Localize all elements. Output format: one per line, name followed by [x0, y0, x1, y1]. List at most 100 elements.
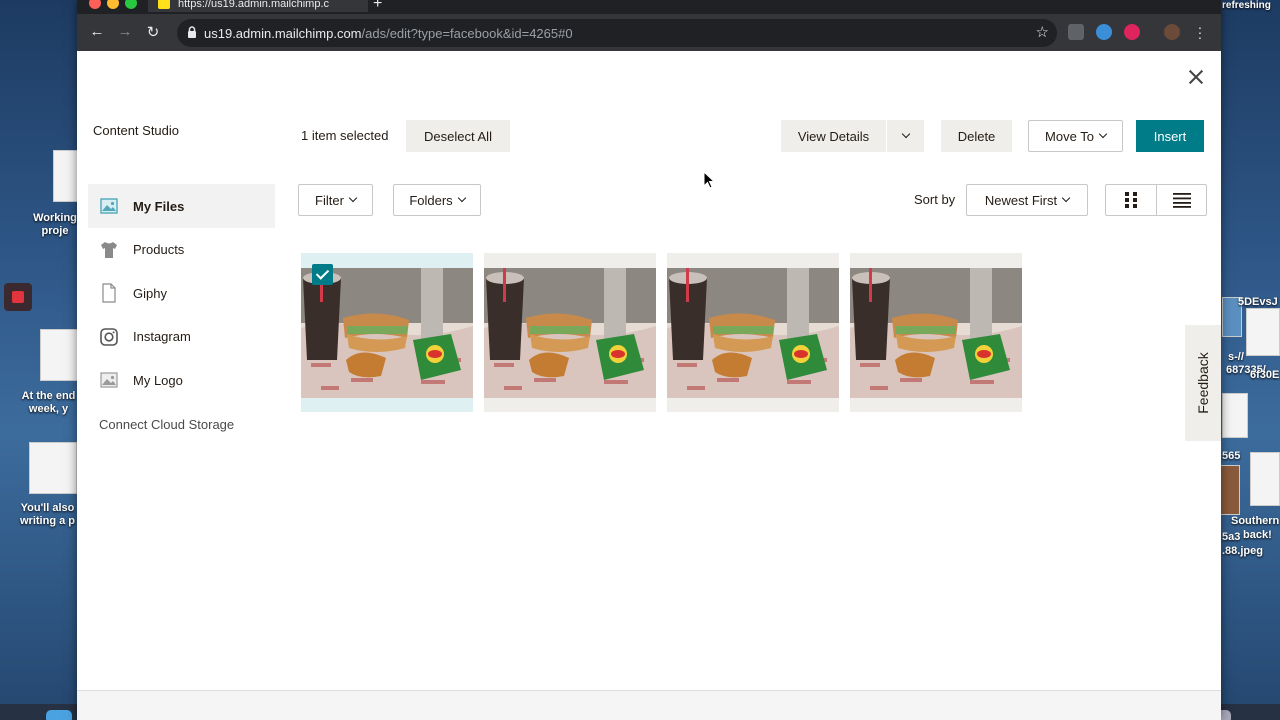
view-details-label: View Details — [797, 128, 870, 144]
image-icon — [100, 198, 118, 214]
desktop-label: refreshing — [1222, 0, 1271, 11]
close-icon[interactable] — [1185, 66, 1207, 88]
profile-avatar-icon[interactable] — [1164, 24, 1180, 40]
back-icon[interactable]: ← — [88, 23, 106, 40]
desktop-app-icon[interactable] — [4, 283, 32, 311]
lock-icon — [188, 26, 196, 38]
file-card[interactable] — [667, 253, 839, 412]
forward-icon[interactable]: → — [116, 23, 134, 40]
window-minimize-dot[interactable] — [107, 0, 119, 9]
sidebar-item-label: Products — [133, 242, 185, 258]
sidebar-item-label: Instagram — [133, 329, 191, 345]
file-icon — [102, 283, 116, 303]
finder-dock-icon[interactable] — [46, 710, 72, 720]
image-icon — [100, 372, 118, 388]
extension-icon[interactable] — [1124, 24, 1140, 40]
chevron-down-icon — [1098, 129, 1108, 139]
desktop-label: 5DEvsJ — [1238, 296, 1278, 308]
mouse-cursor-icon — [703, 171, 715, 189]
sidebar-item-giphy[interactable]: Giphy — [88, 272, 275, 316]
folders-label: Folders — [409, 192, 453, 208]
content-studio-modal: Content Studio My Files Products Giphy I… — [77, 51, 1221, 690]
delete-label: Delete — [957, 128, 996, 144]
sort-select[interactable]: Newest First — [966, 184, 1088, 216]
insert-label: Insert — [1153, 128, 1187, 144]
sidebar-item-label: My Files — [133, 198, 185, 214]
window-close-dot[interactable] — [89, 0, 101, 9]
extension-icon[interactable] — [1096, 24, 1112, 40]
window-maximize-dot[interactable] — [125, 0, 137, 9]
feedback-label: Feedback — [1195, 352, 1211, 414]
instagram-icon — [100, 327, 118, 346]
chevron-down-icon — [457, 193, 466, 203]
url-text: us19.admin.mailchimp.com/ads/edit?type=f… — [204, 26, 573, 41]
desktop-file-label[interactable]: Working proje — [25, 212, 85, 238]
filter-label: Filter — [315, 192, 344, 208]
tab-title: https://us19.admin.mailchimp.c — [178, 0, 330, 10]
food-photo-thumbnail — [667, 268, 839, 398]
desktop-file-thumbnail[interactable] — [53, 150, 79, 202]
sidebar-item-label: My Logo — [133, 372, 183, 388]
sidebar-item-label: Giphy — [133, 285, 167, 301]
file-card[interactable] — [301, 253, 473, 412]
sidebar-item-my-logo[interactable]: My Logo — [88, 359, 275, 403]
desktop-file-thumbnail[interactable] — [1246, 308, 1280, 356]
desktop-label: back! — [1243, 529, 1272, 541]
sort-value: Newest First — [984, 192, 1058, 208]
food-photo-thumbnail — [850, 268, 1022, 398]
folders-button[interactable]: Folders — [393, 184, 481, 216]
grid-view-icon — [1125, 192, 1137, 208]
sidebar-item-instagram[interactable]: Instagram — [88, 315, 275, 359]
delete-button[interactable]: Delete — [941, 120, 1012, 152]
desktop-label: 565 — [1222, 450, 1241, 462]
desktop-file-thumbnail[interactable] — [29, 442, 77, 494]
list-view-icon — [1172, 193, 1191, 208]
desktop-label: s-// — [1228, 351, 1244, 363]
view-details-button[interactable]: View Details — [781, 120, 886, 152]
list-view-button[interactable] — [1156, 184, 1207, 216]
desktop-file-label[interactable]: You'll also writing a p — [15, 502, 80, 528]
selection-count: 1 item selected — [301, 128, 389, 143]
selected-checkbox[interactable] — [312, 264, 333, 285]
food-photo-thumbnail — [484, 268, 656, 398]
desktop-label: .88.jpeg — [1222, 545, 1263, 557]
file-card[interactable] — [850, 253, 1022, 412]
desktop-label: 6f30E — [1250, 369, 1280, 381]
desktop-photo-thumbnail[interactable] — [1220, 465, 1240, 515]
desktop-file-thumbnail[interactable] — [1250, 452, 1280, 506]
browser-menu-icon[interactable]: · · · — [1195, 20, 1205, 44]
studio-title: Content Studio — [93, 123, 180, 138]
desktop-file-thumbnail[interactable] — [40, 329, 78, 381]
filter-button[interactable]: Filter — [298, 184, 373, 216]
sidebar-item-products[interactable]: Products — [88, 228, 275, 272]
feedback-tab[interactable]: Feedback — [1185, 325, 1221, 441]
desktop-label: Southern — [1231, 515, 1280, 527]
view-details-dropdown-button[interactable] — [887, 120, 924, 152]
sort-by-label: Sort by — [914, 192, 956, 207]
desktop-file-thumbnail[interactable] — [1222, 393, 1248, 438]
chevron-down-icon — [1061, 193, 1071, 203]
deselect-all-button[interactable]: Deselect All — [406, 120, 510, 152]
chevron-down-icon — [348, 193, 358, 203]
food-photo-thumbnail — [301, 268, 473, 398]
browser-tab[interactable]: https://us19.admin.mailchimp.c — [148, 0, 368, 12]
move-to-label: Move To — [1045, 128, 1094, 144]
connect-cloud-storage-link[interactable]: Connect Cloud Storage — [88, 402, 275, 446]
sidebar: My Files Products Giphy Instagram My Log… — [88, 184, 275, 446]
shield-extension-icon[interactable] — [1068, 24, 1084, 40]
bookmark-star-icon[interactable]: ☆ — [1036, 23, 1049, 41]
mailchimp-favicon-icon — [158, 0, 170, 9]
reload-icon[interactable]: ↻ — [144, 23, 162, 41]
tab-bar: https://us19.admin.mailchimp.c + — [77, 0, 1221, 14]
insert-button[interactable]: Insert — [1136, 120, 1204, 152]
file-card[interactable] — [484, 253, 656, 412]
browser-window: https://us19.admin.mailchimp.c + ← → ↻ u… — [77, 0, 1221, 720]
grid-view-button[interactable] — [1105, 184, 1157, 216]
browser-bottom-edge — [77, 690, 1221, 720]
url-field[interactable]: us19.admin.mailchimp.com/ads/edit?type=f… — [177, 19, 1057, 47]
move-to-button[interactable]: Move To — [1028, 120, 1123, 152]
new-tab-icon[interactable]: + — [373, 0, 382, 13]
desktop-file-label[interactable]: At the end week, y — [16, 390, 81, 416]
sidebar-item-my-files[interactable]: My Files — [88, 184, 275, 228]
tshirt-icon — [101, 241, 117, 258]
